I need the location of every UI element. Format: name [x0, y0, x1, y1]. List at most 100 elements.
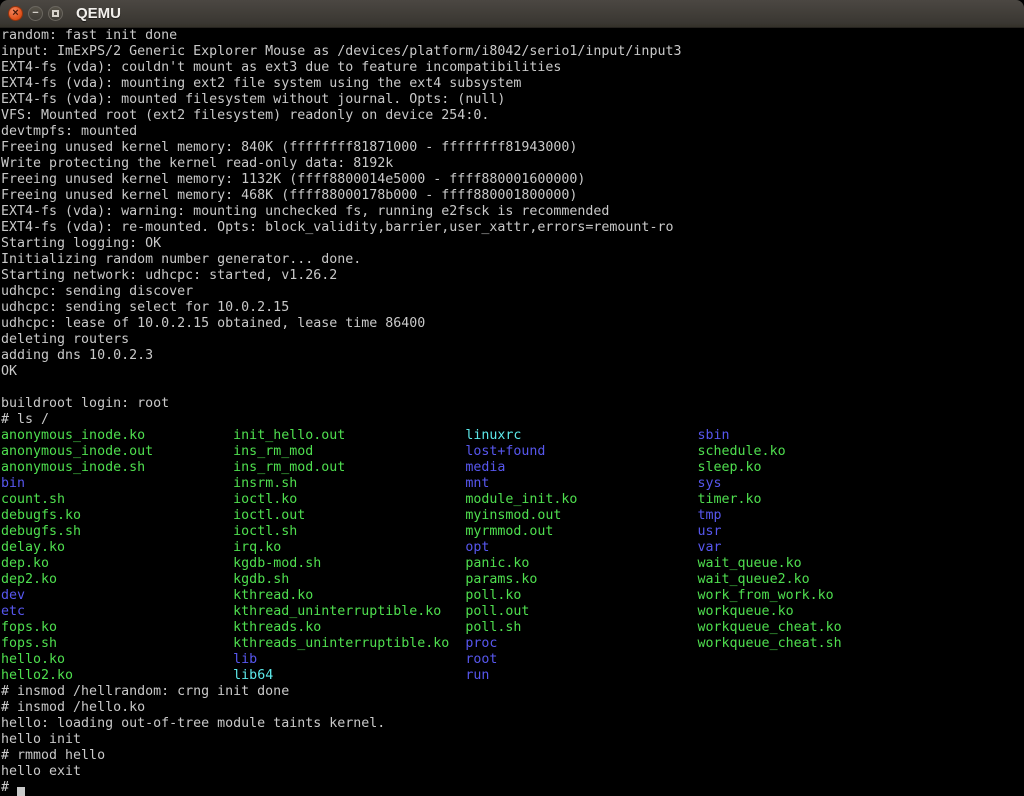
ls-entry: root [465, 652, 697, 667]
ls-entry: delay.ko [1, 540, 233, 555]
ls-entry: wait_queue2.ko [698, 572, 930, 587]
ls-entry: irq.ko [233, 540, 465, 555]
ls-entry: run [465, 668, 697, 683]
ls-entry: media [465, 460, 697, 475]
close-icon: × [12, 8, 18, 19]
console-line: devtmpfs: mounted [1, 124, 1024, 140]
minimize-icon: − [32, 8, 38, 19]
ls-entry: proc [465, 636, 697, 651]
console-line: # insmod /hellrandom: crng init done [1, 684, 1024, 700]
ls-entry: sys [698, 476, 930, 491]
console-line: count.sh ioctl.ko module_init.ko timer.k… [1, 492, 1024, 508]
ls-entry: ioctl.ko [233, 492, 465, 507]
ls-entry: kthreads_uninterruptible.ko [233, 636, 465, 651]
console-line: anonymous_inode.sh ins_rm_mod.out media … [1, 460, 1024, 476]
console-line: Starting network: udhcpc: started, v1.26… [1, 268, 1024, 284]
ls-entry: usr [698, 524, 930, 539]
close-button[interactable]: × [8, 6, 23, 21]
ls-entry: debugfs.ko [1, 508, 233, 523]
ls-entry: myinsmod.out [465, 508, 697, 523]
ls-entry: work_from_work.ko [698, 588, 930, 603]
ls-entry: myrmmod.out [465, 524, 697, 539]
ls-entry: fops.ko [1, 620, 233, 635]
console-line: VFS: Mounted root (ext2 filesystem) read… [1, 108, 1024, 124]
ls-entry: hello2.ko [1, 668, 233, 683]
ls-entry: count.sh [1, 492, 233, 507]
console-line: hello2.ko lib64 run [1, 668, 1024, 684]
maximize-icon [52, 10, 59, 17]
ls-entry: ins_rm_mod [233, 444, 465, 459]
console-line [1, 380, 1024, 396]
console-line: adding dns 10.0.2.3 [1, 348, 1024, 364]
ls-entry: lib64 [233, 668, 465, 683]
console-line: bin insrm.sh mnt sys [1, 476, 1024, 492]
console-line: EXT4-fs (vda): re-mounted. Opts: block_v… [1, 220, 1024, 236]
ls-entry: debugfs.sh [1, 524, 233, 539]
minimize-button[interactable]: − [28, 6, 43, 21]
ls-entry: anonymous_inode.ko [1, 428, 233, 443]
ls-entry: fops.sh [1, 636, 233, 651]
ls-entry: module_init.ko [465, 492, 697, 507]
console-line: # rmmod hello [1, 748, 1024, 764]
console-line: Write protecting the kernel read-only da… [1, 156, 1024, 172]
ls-entry: wait_queue.ko [698, 556, 930, 571]
console-line: Freeing unused kernel memory: 1132K (fff… [1, 172, 1024, 188]
console-line: hello init [1, 732, 1024, 748]
console-line: etc kthread_uninterruptible.ko poll.out … [1, 604, 1024, 620]
console-line: random: fast init done [1, 28, 1024, 44]
terminal-screen[interactable]: random: fast init doneinput: ImExPS/2 Ge… [0, 28, 1024, 796]
ls-entry: poll.out [465, 604, 697, 619]
console-line: Starting logging: OK [1, 236, 1024, 252]
ls-entry: insrm.sh [233, 476, 465, 491]
ls-entry: dev [1, 588, 233, 603]
console-line: input: ImExPS/2 Generic Explorer Mouse a… [1, 44, 1024, 60]
window-titlebar[interactable]: × − QEMU [0, 0, 1024, 28]
ls-entry: kthread.ko [233, 588, 465, 603]
ls-entry: lib [233, 652, 465, 667]
console-line: OK [1, 364, 1024, 380]
console-line: # [1, 780, 1024, 796]
console-line: EXT4-fs (vda): warning: mounting uncheck… [1, 204, 1024, 220]
ls-entry: kgdb-mod.sh [233, 556, 465, 571]
console-line: dev kthread.ko poll.ko work_from_work.ko [1, 588, 1024, 604]
console-line: fops.sh kthreads_uninterruptible.ko proc… [1, 636, 1024, 652]
ls-entry: mnt [465, 476, 697, 491]
console-line: dep2.ko kgdb.sh params.ko wait_queue2.ko [1, 572, 1024, 588]
ls-entry: workqueue_cheat.sh [698, 636, 930, 651]
ls-entry: linuxrc [465, 428, 697, 443]
ls-entry: ioctl.sh [233, 524, 465, 539]
ls-entry: kthread_uninterruptible.ko [233, 604, 465, 619]
window-title: QEMU [76, 5, 121, 22]
ls-entry: hello.ko [1, 652, 233, 667]
console-line: # insmod /hello.ko [1, 700, 1024, 716]
ls-entry: anonymous_inode.sh [1, 460, 233, 475]
console-line: debugfs.sh ioctl.sh myrmmod.out usr [1, 524, 1024, 540]
ls-entry: bin [1, 476, 233, 491]
ls-entry: poll.ko [465, 588, 697, 603]
console-line: delay.ko irq.ko opt var [1, 540, 1024, 556]
ls-entry: timer.ko [698, 492, 930, 507]
console-line: EXT4-fs (vda): couldn't mount as ext3 du… [1, 60, 1024, 76]
ls-entry: dep2.ko [1, 572, 233, 587]
ls-entry: tmp [698, 508, 930, 523]
ls-entry: sbin [698, 428, 930, 443]
ls-entry: ioctl.out [233, 508, 465, 523]
console-line: buildroot login: root [1, 396, 1024, 412]
ls-entry: params.ko [465, 572, 697, 587]
console-line: Initializing random number generator... … [1, 252, 1024, 268]
console-line: udhcpc: sending select for 10.0.2.15 [1, 300, 1024, 316]
console-line: EXT4-fs (vda): mounted filesystem withou… [1, 92, 1024, 108]
ls-entry: init_hello.out [233, 428, 465, 443]
console-line: # ls / [1, 412, 1024, 428]
maximize-button[interactable] [48, 6, 63, 21]
ls-entry: var [698, 540, 930, 555]
terminal-cursor [17, 787, 25, 796]
ls-entry: panic.ko [465, 556, 697, 571]
ls-entry: schedule.ko [698, 444, 930, 459]
console-line: hello.ko lib root [1, 652, 1024, 668]
console-line: hello: loading out-of-tree module taints… [1, 716, 1024, 732]
console-line: hello exit [1, 764, 1024, 780]
console-line: deleting routers [1, 332, 1024, 348]
console-line: udhcpc: lease of 10.0.2.15 obtained, lea… [1, 316, 1024, 332]
console-line: fops.ko kthreads.ko poll.sh workqueue_ch… [1, 620, 1024, 636]
